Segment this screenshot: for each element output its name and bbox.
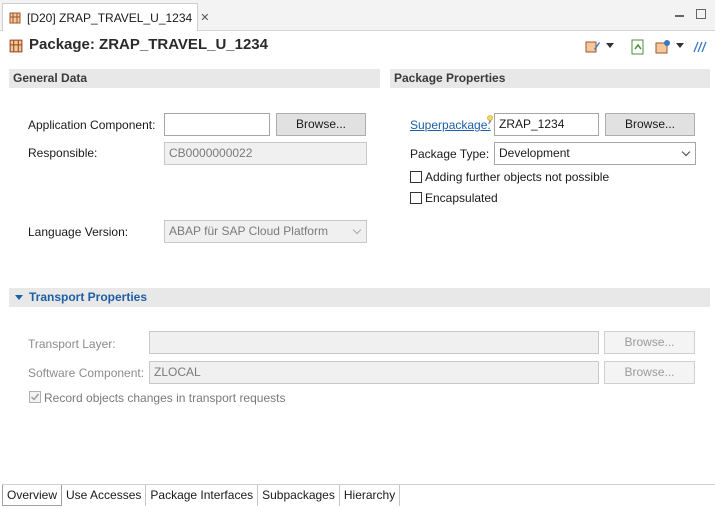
encapsulated-checkbox[interactable]	[410, 192, 422, 204]
section-general-data: General Data	[9, 69, 380, 88]
superpackage-browse-button[interactable]: Browse...	[605, 113, 695, 136]
superpackage-link[interactable]: Superpackage:	[410, 118, 491, 132]
collapse-arrow-icon[interactable]	[15, 295, 23, 301]
tab-package-interfaces[interactable]: Package Interfaces	[146, 485, 259, 506]
record-objects-label: Record objects changes in transport requ…	[44, 391, 286, 405]
responsible-field: CB0000000022	[164, 142, 367, 165]
language-version-value: ABAP für SAP Cloud Platform	[169, 224, 328, 238]
transport-layer-field	[149, 331, 599, 354]
package-icon	[9, 39, 23, 56]
section-package-properties: Package Properties	[390, 69, 710, 88]
editor-tab[interactable]: [D20] ZRAP_TRAVEL_U_1234 ✕	[2, 3, 209, 31]
package-type-select[interactable]: Development	[494, 142, 696, 165]
minimize-icon[interactable]	[674, 8, 686, 20]
package-type-value: Development	[499, 146, 570, 160]
software-component-browse-button: Browse...	[604, 361, 695, 384]
chevron-down-icon[interactable]	[606, 43, 614, 48]
app-component-browse-button[interactable]: Browse...	[276, 113, 366, 136]
bottom-tabs-divider	[375, 484, 715, 485]
maximize-icon[interactable]	[696, 9, 706, 19]
app-component-input[interactable]	[164, 113, 270, 136]
package-type-label: Package Type:	[410, 147, 490, 161]
close-icon[interactable]: ✕	[200, 11, 209, 24]
software-component-field: ZLOCAL	[149, 361, 599, 384]
app-component-label: Application Component:	[28, 118, 156, 132]
transport-icon[interactable]	[655, 39, 671, 55]
adding-further-label: Adding further objects not possible	[425, 170, 610, 184]
record-objects-checkbox	[29, 391, 41, 403]
encapsulated-label: Encapsulated	[425, 191, 498, 205]
section-transport-properties[interactable]: Transport Properties	[9, 288, 710, 307]
bottom-tab-bar: Overview Use Accesses Package Interfaces…	[2, 484, 401, 506]
chevron-down-icon[interactable]	[677, 143, 695, 164]
software-component-label: Software Component:	[28, 366, 145, 380]
pencil-toolbar-icon[interactable]	[585, 39, 601, 55]
language-version-label: Language Version:	[28, 225, 129, 239]
tab-overview[interactable]: Overview	[2, 485, 63, 506]
package-icon	[9, 12, 21, 24]
responsible-label: Responsible:	[28, 146, 98, 160]
transport-section-title: Transport Properties	[29, 290, 148, 304]
transport-layer-label: Transport Layer:	[28, 337, 116, 351]
page-title: Package: ZRAP_TRAVEL_U_1234	[29, 36, 268, 53]
transport-layer-browse-button: Browse...	[604, 331, 695, 354]
export-icon[interactable]	[630, 39, 646, 55]
tab-use-accesses[interactable]: Use Accesses	[62, 485, 147, 506]
tab-subpackages[interactable]: Subpackages	[258, 485, 340, 506]
chevron-down-icon[interactable]	[676, 43, 684, 48]
superpackage-input[interactable]: ZRAP_1234	[494, 113, 599, 136]
chevron-down-icon	[348, 221, 366, 242]
lightbulb-icon	[487, 112, 493, 123]
tab-hierarchy[interactable]: Hierarchy	[339, 485, 401, 506]
editor-tab-label: [D20] ZRAP_TRAVEL_U_1234	[27, 10, 193, 25]
language-version-select: ABAP für SAP Cloud Platform	[164, 220, 367, 243]
more-icon[interactable]	[692, 39, 708, 55]
adding-further-checkbox[interactable]	[410, 171, 422, 183]
